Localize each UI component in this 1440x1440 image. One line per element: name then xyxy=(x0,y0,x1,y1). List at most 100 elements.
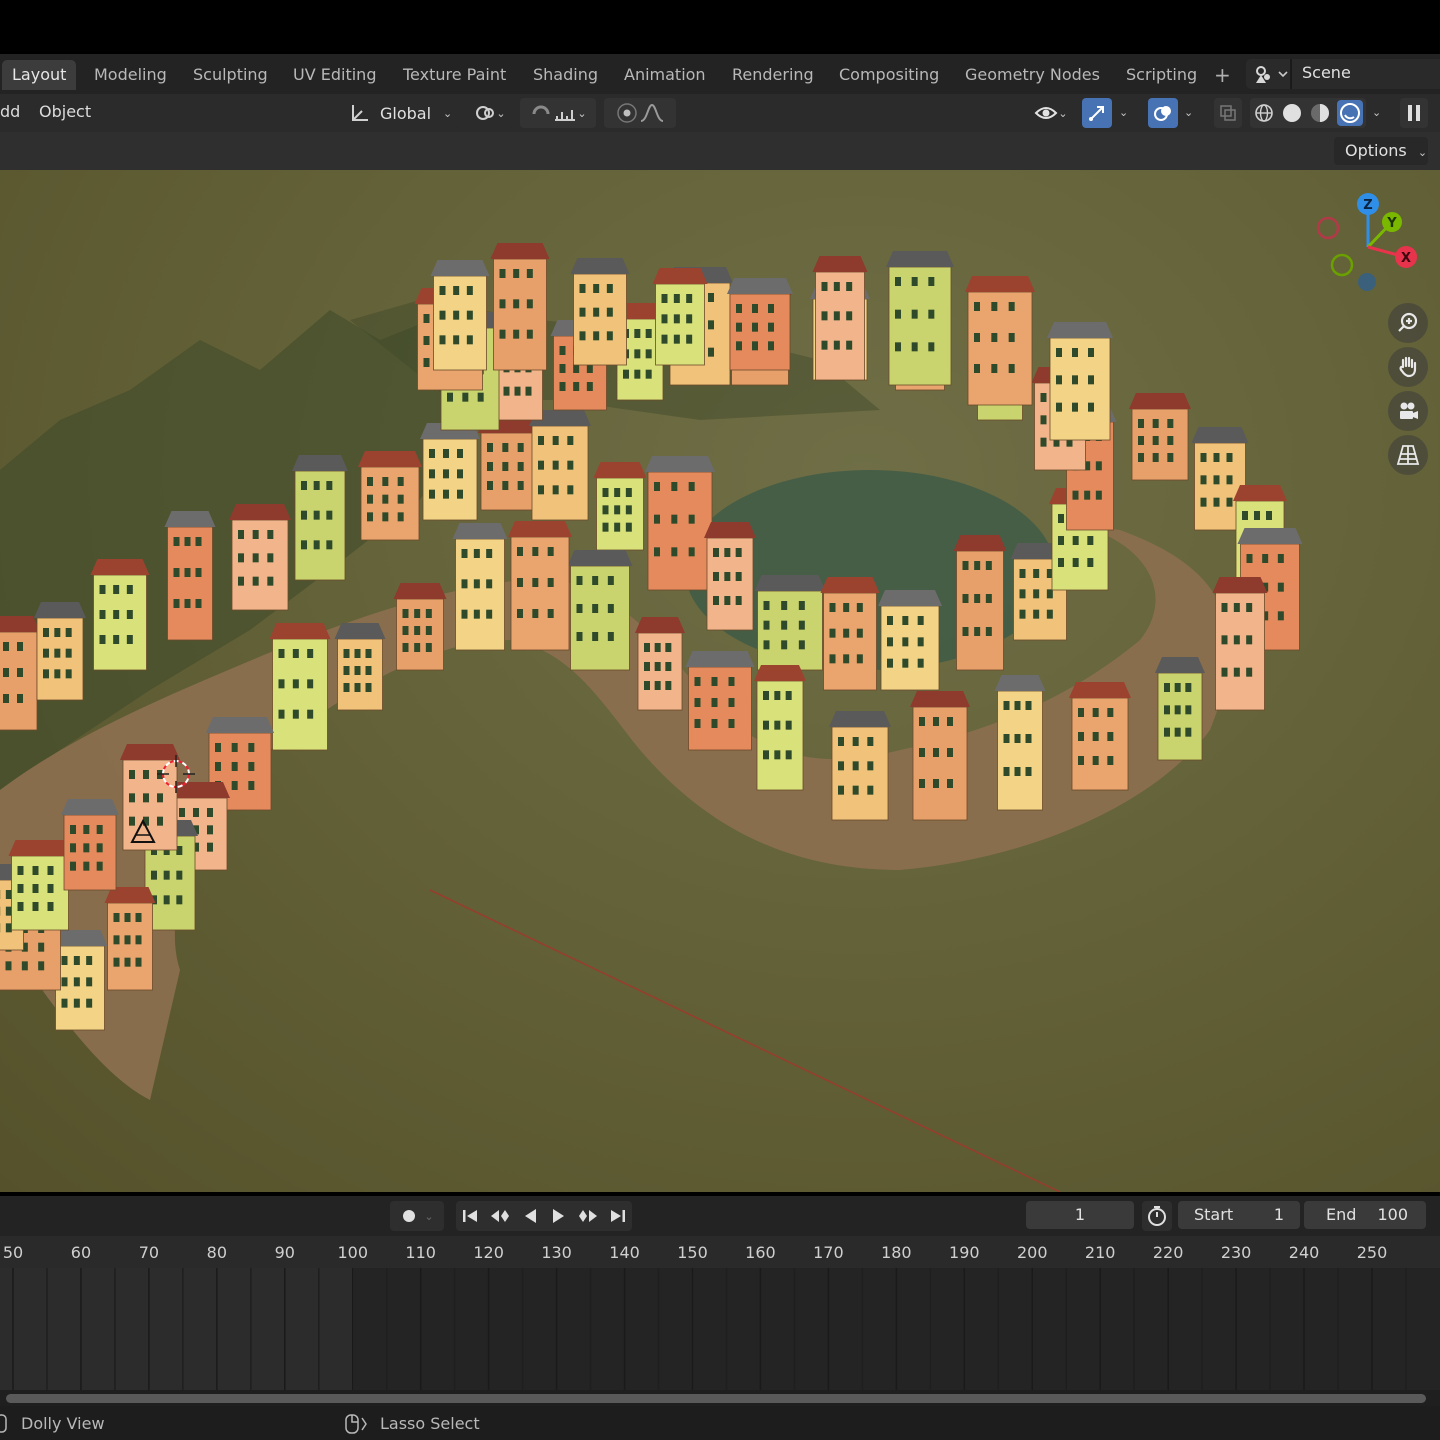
building-window xyxy=(821,340,828,350)
building-window xyxy=(1033,589,1040,599)
building-window xyxy=(135,935,142,945)
zoom-button[interactable] xyxy=(1388,303,1428,343)
building-roof xyxy=(994,675,1046,691)
menu-object[interactable]: Object xyxy=(39,102,91,121)
building-window xyxy=(1014,701,1021,710)
building-window xyxy=(768,341,774,351)
playback-timer-toggle[interactable] xyxy=(1142,1201,1172,1231)
building-window xyxy=(768,304,774,313)
building-window xyxy=(974,302,980,311)
gizmo-toggle[interactable] xyxy=(1082,98,1112,128)
play-icon[interactable] xyxy=(548,1206,568,1226)
chevron-down-icon[interactable]: ⌄ xyxy=(1184,106,1193,119)
building-window xyxy=(625,488,632,497)
building-roof xyxy=(593,462,647,478)
plus-icon[interactable]: + xyxy=(1214,63,1231,87)
navigation-gizmo[interactable]: Z Y X xyxy=(1316,193,1417,291)
xray-toggle[interactable] xyxy=(1214,98,1242,128)
building-window xyxy=(736,322,742,332)
tab-sculpting[interactable]: Sculpting xyxy=(183,60,278,90)
building-window xyxy=(1040,415,1047,425)
pan-button[interactable] xyxy=(1388,347,1428,387)
building-window xyxy=(576,576,583,585)
building-window xyxy=(602,488,609,497)
building-window xyxy=(654,514,660,524)
timeline-track-area[interactable] xyxy=(0,1268,1440,1390)
building-window xyxy=(517,443,524,452)
tab-geometry-nodes[interactable]: Geometry Nodes xyxy=(955,60,1110,90)
jump-to-end-icon[interactable] xyxy=(608,1206,628,1226)
end-frame-field[interactable]: End 100 xyxy=(1304,1201,1426,1229)
building-roof xyxy=(164,511,216,527)
frame-tick-label: 210 xyxy=(1084,1243,1116,1262)
3d-viewport[interactable]: Z Y X xyxy=(0,170,1440,1192)
frame-tick-label: 60 xyxy=(70,1243,92,1262)
building-window xyxy=(397,477,404,486)
menu-add[interactable]: dd xyxy=(0,102,20,121)
building-window xyxy=(947,779,953,788)
building-window xyxy=(644,643,650,652)
tab-animation[interactable]: Animation xyxy=(614,60,716,90)
chevron-down-icon[interactable]: ⌄ xyxy=(1119,106,1128,119)
current-frame-field[interactable]: 1 xyxy=(1026,1201,1134,1229)
tab-rendering[interactable]: Rendering xyxy=(722,60,824,90)
building-window xyxy=(129,816,135,826)
building-window xyxy=(724,548,731,557)
building-window xyxy=(567,485,574,495)
pause-render-button[interactable] xyxy=(1400,98,1428,128)
building-window xyxy=(1095,461,1102,471)
building-window xyxy=(694,677,701,686)
options-dropdown[interactable]: Options ⌄ xyxy=(1334,137,1428,165)
scrollbar-thumb[interactable] xyxy=(6,1394,1426,1403)
tab-layout[interactable]: Layout xyxy=(2,60,77,90)
solid-shading-icon[interactable] xyxy=(1281,102,1303,124)
building-window xyxy=(567,460,574,470)
chevron-down-icon[interactable]: ⌄ xyxy=(1372,106,1381,119)
jump-to-keyframe-forward-icon[interactable] xyxy=(576,1206,600,1226)
building-window xyxy=(1095,490,1102,500)
building-window xyxy=(833,282,840,291)
building-window xyxy=(774,750,781,760)
neg-y-axis-handle[interactable] xyxy=(1330,253,1354,277)
rendered-shading-button[interactable] xyxy=(1337,100,1363,126)
frame-tick-label: 80 xyxy=(206,1243,228,1262)
building-window xyxy=(184,537,191,546)
pivot-point-dropdown[interactable]: ⌄ xyxy=(468,98,512,128)
building-window xyxy=(179,808,185,817)
tab-uv-editing[interactable]: UV Editing xyxy=(283,60,386,90)
proportional-editing-toggle[interactable] xyxy=(604,98,676,128)
scene-selector[interactable]: Scene xyxy=(1246,59,1440,89)
frame-ruler[interactable]: 50 60 70 80 90 100 110 120 130 140 150 160 170 180 190… xyxy=(0,1236,1440,1268)
building-window xyxy=(5,923,12,933)
building-window xyxy=(135,913,142,922)
object-visibility-dropdown[interactable]: ⌄ xyxy=(1028,98,1074,128)
camera-view-button[interactable] xyxy=(1388,391,1428,431)
snapping-toggle[interactable]: ⌄ xyxy=(520,98,596,128)
material-preview-icon[interactable] xyxy=(1309,102,1331,124)
start-frame-field[interactable]: Start 1 xyxy=(1178,1201,1300,1229)
jump-to-start-icon[interactable] xyxy=(460,1206,480,1226)
building-roof xyxy=(1233,485,1287,501)
building-window xyxy=(17,694,23,703)
tab-scripting[interactable]: Scripting xyxy=(1116,60,1207,90)
neg-z-axis-handle[interactable] xyxy=(1358,273,1376,291)
jump-to-keyframe-back-icon[interactable] xyxy=(488,1206,512,1226)
timeline-scrollbar[interactable] xyxy=(0,1390,1440,1406)
tab-modeling[interactable]: Modeling xyxy=(84,60,177,90)
building-window xyxy=(1213,497,1220,507)
auto-keying-toggle[interactable]: ⌄ xyxy=(390,1201,444,1231)
play-reverse-icon[interactable] xyxy=(520,1206,540,1226)
chevron-down-icon: ⌄ xyxy=(1417,146,1428,159)
transform-orientation-dropdown[interactable]: Global ⌄ xyxy=(342,98,460,128)
building-window xyxy=(661,314,668,324)
building-window xyxy=(763,720,769,730)
building-window xyxy=(928,277,935,286)
perspective-toggle-button[interactable] xyxy=(1388,435,1428,475)
tab-texture-paint[interactable]: Texture Paint xyxy=(393,60,516,90)
tab-compositing[interactable]: Compositing xyxy=(829,60,949,90)
tab-shading[interactable]: Shading xyxy=(523,60,608,90)
overlays-toggle[interactable] xyxy=(1148,98,1178,128)
building-window xyxy=(735,572,742,581)
wireframe-shading-icon[interactable] xyxy=(1253,102,1275,124)
neg-x-axis-handle[interactable] xyxy=(1316,216,1340,240)
